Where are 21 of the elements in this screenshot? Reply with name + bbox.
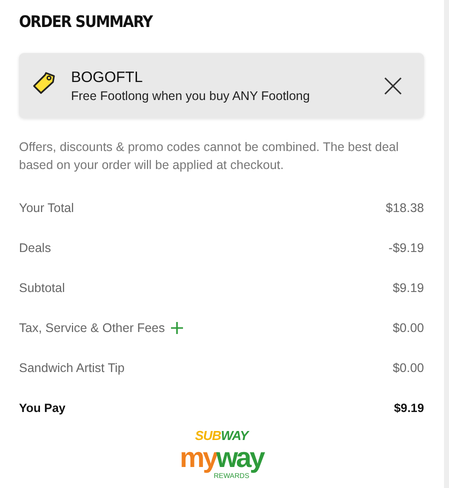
plus-icon[interactable] — [170, 322, 183, 334]
section-title: ORDER SUMMARY — [19, 12, 154, 32]
promo-description: Free Footlong when you buy ANY Footlong — [71, 88, 311, 102]
program-logo-text: myway — [180, 443, 264, 473]
line-amount: $18.38 — [386, 201, 424, 215]
line-label: Tax, Service & Other Fees — [19, 321, 165, 335]
line-label: Your Total — [19, 201, 74, 215]
line-amount: $9.19 — [392, 281, 424, 295]
line-amount: $0.00 — [392, 361, 424, 375]
line-amount: $0.00 — [392, 321, 424, 335]
line-label: Deals — [19, 241, 51, 255]
line-label: You Pay — [19, 401, 66, 415]
tag-icon — [32, 70, 56, 94]
notice-text: Offers, discounts & promo codes cannot be combined. The best deal based on your order will be applied at checkout. — [19, 139, 400, 174]
line-label: Sandwich Artist Tip — [19, 361, 125, 375]
line-amount: -$9.19 — [388, 241, 424, 255]
close-icon[interactable] — [384, 76, 402, 94]
line-label: Subtotal — [19, 281, 65, 295]
line-amount: $9.19 — [394, 401, 424, 415]
promo-code: BOGOFTL — [71, 68, 144, 86]
brand-logo-text: SUBWAY — [194, 428, 248, 443]
